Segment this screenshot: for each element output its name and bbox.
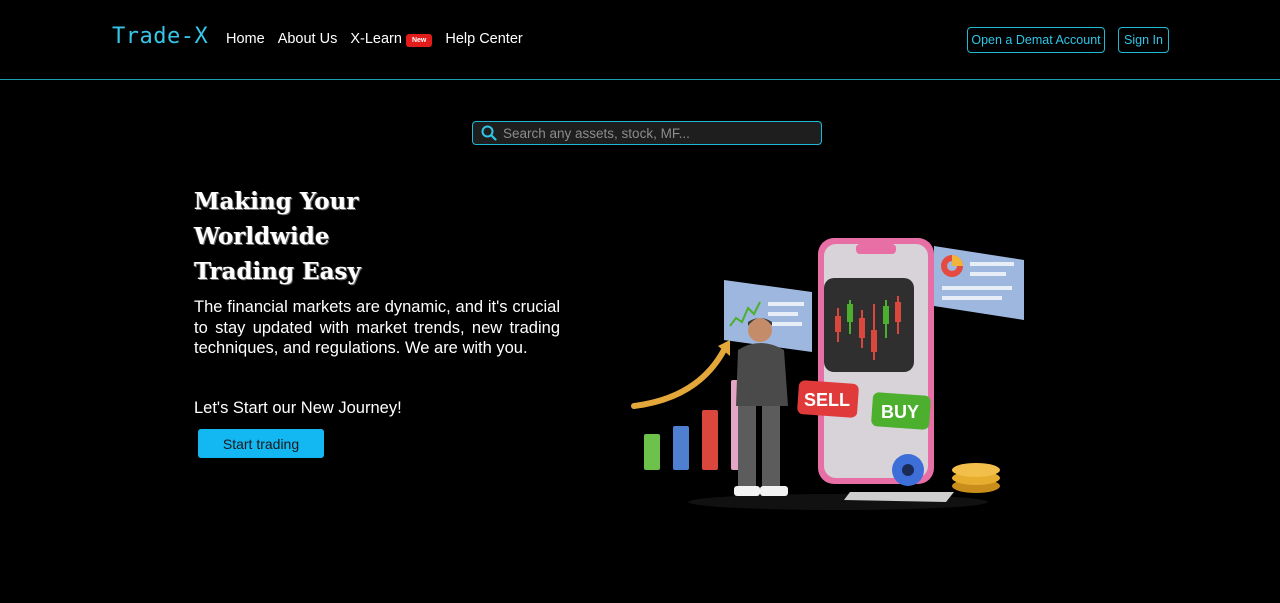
sell-label: SELL — [804, 390, 850, 410]
main-nav: Home About Us X-Learn New Help Center — [226, 31, 536, 47]
trading-illustration: SELL BUY — [631, 238, 1024, 510]
buy-label: BUY — [881, 402, 919, 422]
new-badge: New — [405, 34, 433, 47]
hero-title: Making Your Worldwide Trading Easy — [194, 184, 361, 289]
chart-panel-icon — [724, 280, 812, 352]
hero-title-line-1: Making Your — [194, 188, 359, 215]
sell-tag: SELL — [797, 380, 859, 418]
journey-tagline: Let's Start our New Journey! — [194, 399, 402, 417]
brand-logo[interactable]: Trade-X — [112, 24, 208, 49]
search-icon — [481, 125, 497, 141]
coins-icon — [952, 463, 1000, 493]
start-trading-button[interactable]: Start trading — [198, 429, 324, 458]
nav-about-us[interactable]: About Us — [278, 31, 338, 47]
search-input[interactable] — [503, 125, 821, 141]
analytics-panel-icon — [934, 246, 1024, 320]
buy-tag: BUY — [871, 392, 931, 430]
nav-home[interactable]: Home — [226, 31, 265, 47]
search-bar[interactable] — [472, 121, 822, 145]
sign-in-button[interactable]: Sign In — [1118, 27, 1169, 53]
nav-help-center[interactable]: Help Center — [445, 31, 522, 47]
open-demat-account-button[interactable]: Open a Demat Account — [967, 27, 1105, 53]
phone-icon — [818, 238, 934, 484]
growth-bars — [644, 380, 747, 470]
nav-x-learn-label: X-Learn — [350, 31, 402, 47]
nav-x-learn[interactable]: X-Learn New — [350, 31, 433, 47]
hero-title-line-2: Worldwide — [194, 223, 330, 250]
gear-icon — [892, 454, 924, 486]
hero-description: The financial markets are dynamic, and i… — [194, 298, 560, 357]
hero-title-line-3: Trading Easy — [194, 258, 361, 285]
top-navbar: Trade-X Home About Us X-Learn New Help C… — [0, 0, 1280, 80]
